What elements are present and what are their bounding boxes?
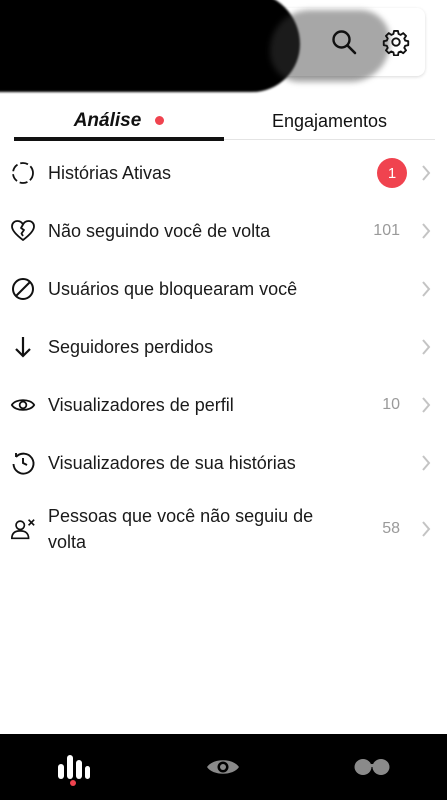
dashed-circle-icon (10, 160, 36, 186)
bottom-nav (0, 734, 447, 800)
broken-heart-icon (10, 218, 36, 244)
eye-icon (10, 392, 36, 418)
count-badge: 1 (377, 158, 407, 188)
tab-analise[interactable]: Análise (14, 100, 224, 142)
list-item-pessoas-nao-seguiu[interactable]: Pessoas que você não seguiu de volta 58 (0, 492, 447, 566)
chevron-right-icon (419, 163, 433, 183)
eye-icon (207, 760, 239, 774)
user-x-icon (10, 516, 36, 542)
list-item-visualizadores-perfil[interactable]: Visualizadores de perfil 10 (0, 376, 447, 434)
nav-spy[interactable] (342, 734, 402, 800)
item-count: 101 (373, 222, 400, 239)
chevron-right-icon (419, 337, 433, 357)
list-item-label: Pessoas que você não seguiu de volta (48, 506, 314, 552)
glasses-icon (354, 759, 390, 775)
list-item-historias-ativas[interactable]: Histórias Ativas 1 (0, 144, 447, 202)
list-item-visualizadores-historias[interactable]: Visualizadores de sua histórias (0, 434, 447, 492)
chevron-right-icon (419, 279, 433, 299)
nav-analytics[interactable] (44, 734, 104, 800)
nav-viewers[interactable] (193, 734, 253, 800)
list-item-bloquearam[interactable]: Usuários que bloquearam você (0, 260, 447, 318)
notification-dot (155, 115, 165, 125)
arrow-down-icon (10, 334, 36, 360)
tab-label: Engajamentos (271, 110, 388, 131)
redacted-profile-area (0, 0, 300, 92)
tab-label: Análise (73, 110, 142, 131)
chevron-right-icon (419, 453, 433, 473)
analysis-list: Histórias Ativas 1 Não seguindo você de … (0, 144, 447, 566)
list-item-label: Visualizadores de perfil (48, 395, 234, 415)
list-item-label: Usuários que bloquearam você (48, 279, 298, 299)
list-item-seguidores-perdidos[interactable]: Seguidores perdidos (0, 318, 447, 376)
tab-engajamentos[interactable]: Engajamentos (224, 100, 435, 142)
active-nav-dot (70, 780, 76, 786)
item-count: 10 (382, 396, 400, 413)
list-item-label: Não seguindo você de volta (48, 221, 271, 241)
list-item-label: Seguidores perdidos (48, 337, 214, 357)
chevron-right-icon (419, 395, 433, 415)
active-tab-indicator (14, 137, 224, 141)
chevron-right-icon (419, 519, 433, 539)
chevron-right-icon (419, 221, 433, 241)
gear-icon (382, 29, 410, 56)
list-item-nao-seguindo[interactable]: Não seguindo você de volta 101 (0, 202, 447, 260)
settings-button[interactable] (378, 24, 414, 60)
list-item-label: Histórias Ativas (48, 163, 172, 183)
block-icon (10, 276, 36, 302)
stats-icon (58, 755, 90, 779)
search-button[interactable] (326, 24, 362, 60)
item-count: 58 (382, 520, 400, 537)
search-icon (332, 30, 357, 55)
list-item-label: Visualizadores de sua histórias (48, 453, 296, 473)
header (0, 0, 447, 100)
tab-bar: Análise Engajamentos (14, 100, 435, 142)
story-clock-icon (10, 450, 36, 476)
